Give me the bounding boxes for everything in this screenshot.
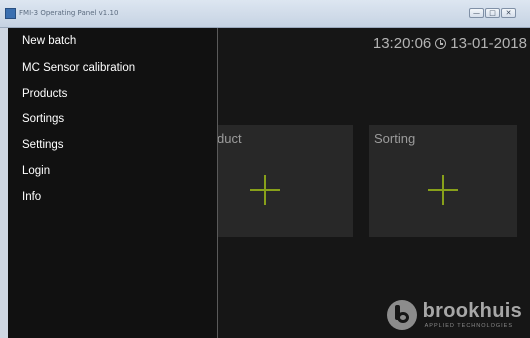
menu-item-products[interactable]: Products xyxy=(22,87,67,101)
menu-item-info[interactable]: Info xyxy=(22,190,41,204)
menu-item-login[interactable]: Login xyxy=(22,164,50,178)
plus-icon[interactable] xyxy=(250,175,280,205)
datetime-display: 13:20:06 13-01-2018 xyxy=(373,35,527,52)
brand-logo: brookhuis APPLIED TECHNOLOGIES xyxy=(386,300,522,330)
plus-icon[interactable] xyxy=(428,175,458,205)
brookhuis-logo-icon xyxy=(386,300,417,330)
menu-item-sortings[interactable]: Sortings xyxy=(22,112,64,126)
window-title: FMI-3 Operating Panel v1.10 xyxy=(19,9,119,17)
window-controls: — □ ✕ xyxy=(469,8,516,18)
minimize-icon[interactable]: — xyxy=(469,8,484,18)
brand-name: brookhuis xyxy=(422,300,522,322)
side-menu: New batch MC Sensor calibration Products… xyxy=(8,28,218,338)
time-text: 13:20:06 xyxy=(372,35,432,52)
sorting-card-title: Sorting xyxy=(374,131,416,146)
menu-item-new-batch[interactable]: New batch xyxy=(22,34,76,48)
date-text: 13-01-2018 xyxy=(450,35,527,52)
products-card-title: duct xyxy=(217,131,242,146)
brand-tagline: APPLIED TECHNOLOGIES xyxy=(424,323,513,329)
menu-item-settings[interactable]: Settings xyxy=(22,138,64,152)
app-icon xyxy=(5,8,16,19)
clock-icon xyxy=(435,38,447,49)
maximize-icon[interactable]: □ xyxy=(485,8,500,18)
sorting-card[interactable]: Sorting xyxy=(369,125,517,237)
window-titlebar: FMI-3 Operating Panel v1.10 — □ ✕ xyxy=(0,0,530,28)
close-icon[interactable]: ✕ xyxy=(501,8,516,18)
menu-item-mc-sensor-calibration[interactable]: MC Sensor calibration xyxy=(22,61,135,75)
